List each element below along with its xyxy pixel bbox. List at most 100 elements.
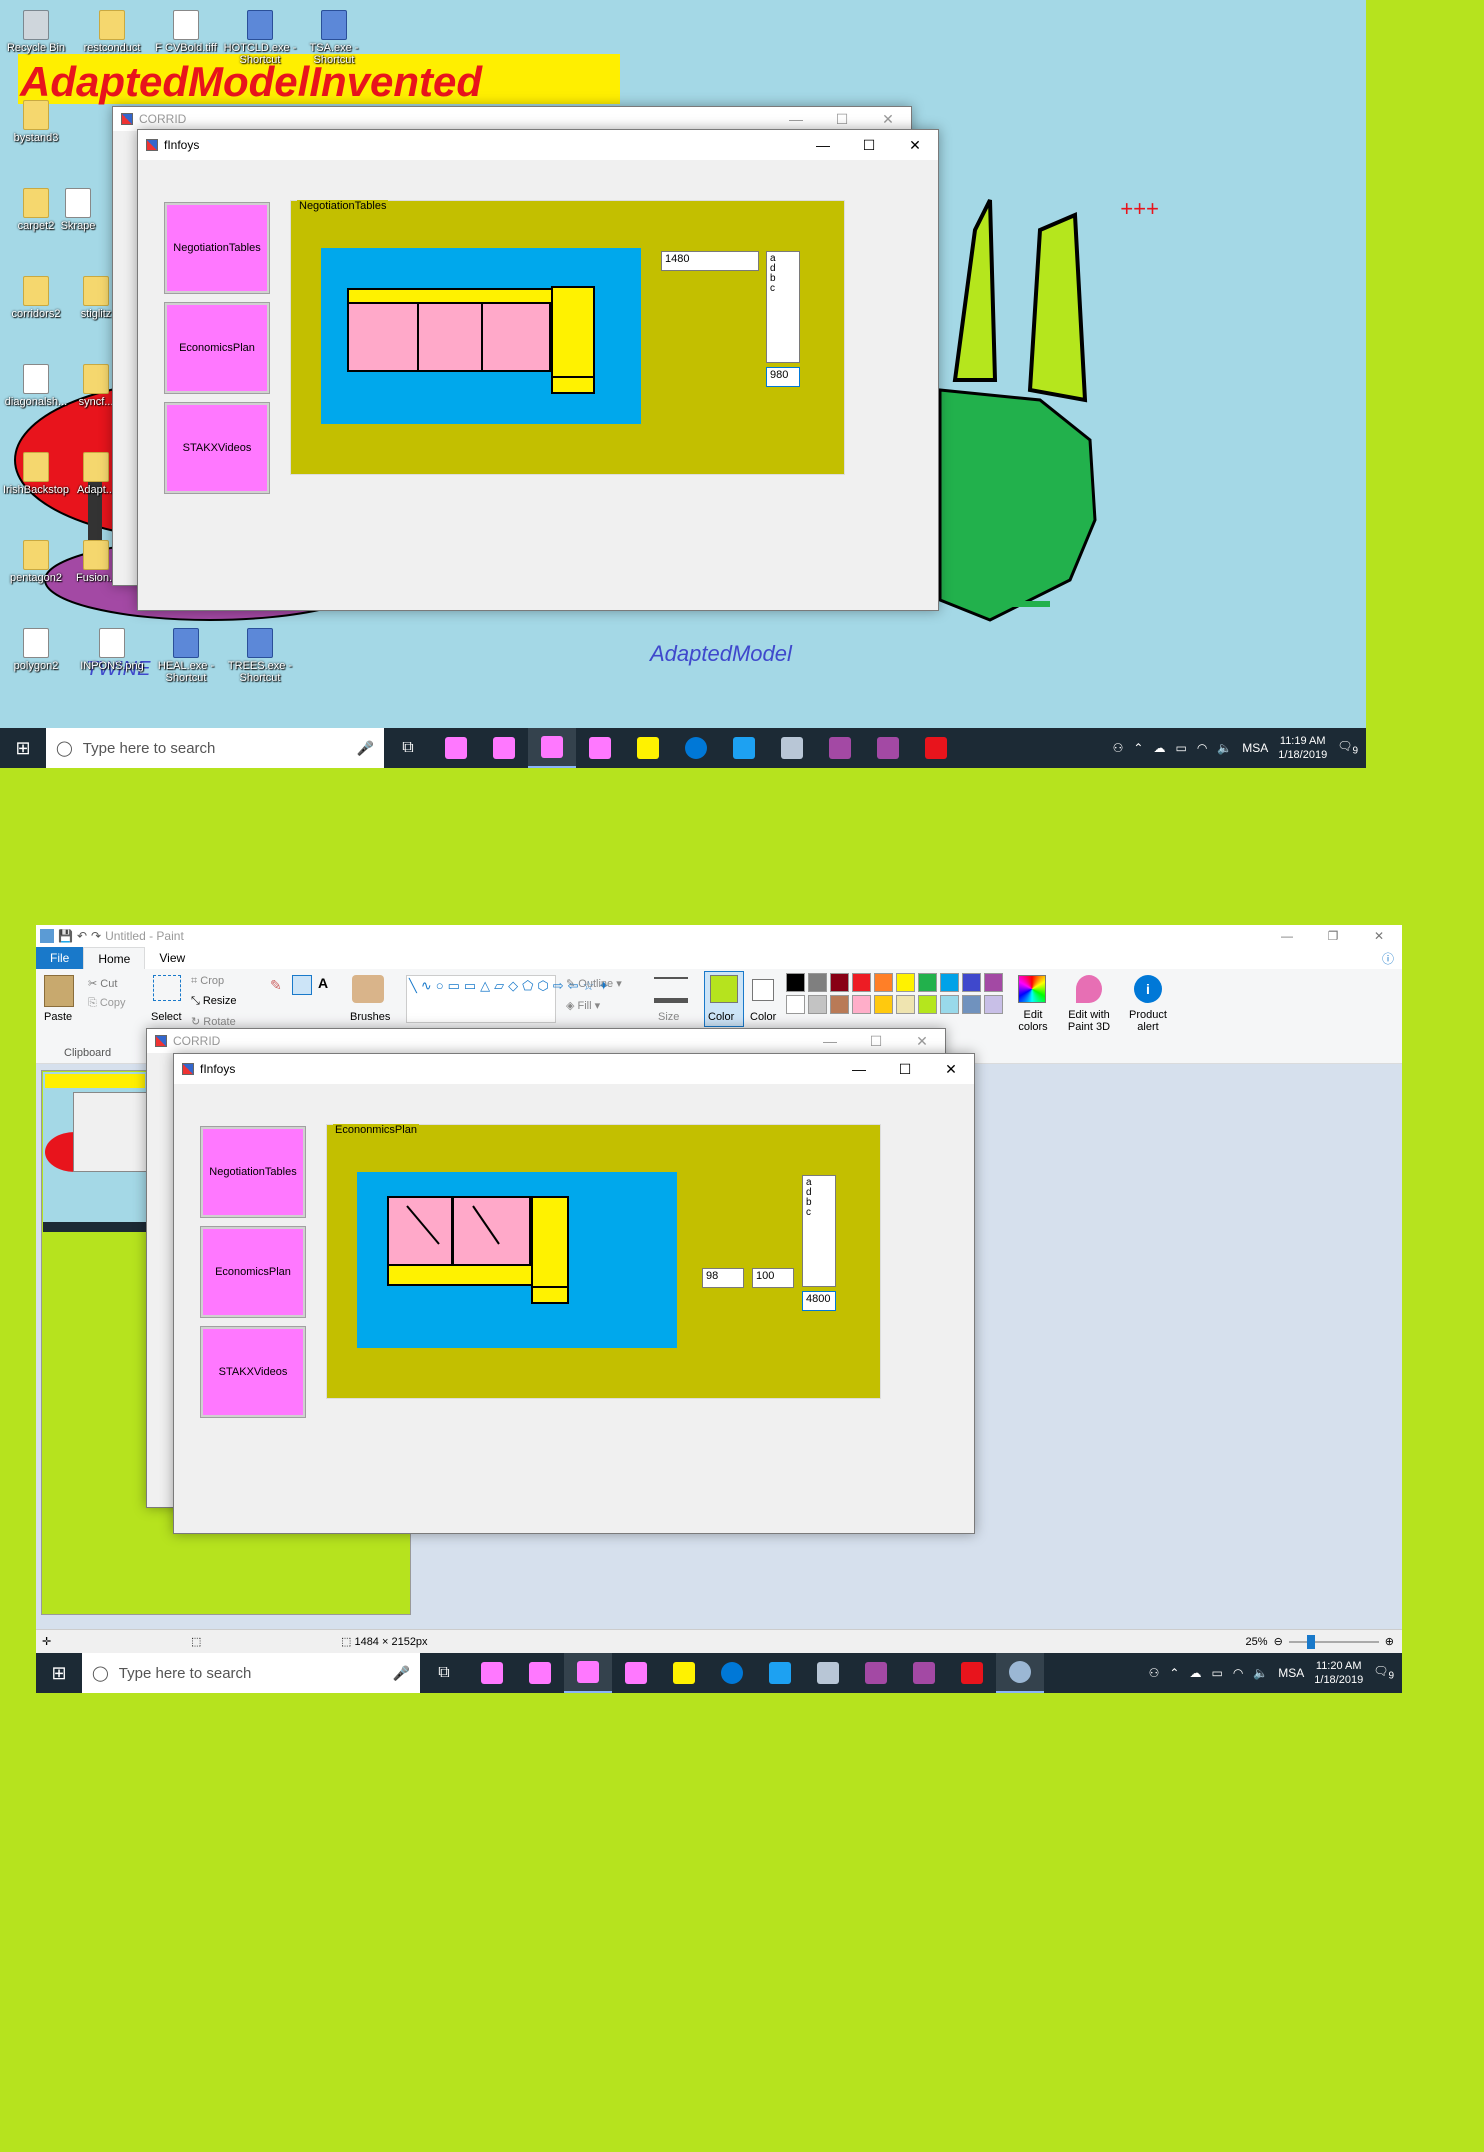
microphone-icon[interactable]: 🎤 — [393, 1665, 410, 1682]
paste-button[interactable]: Paste — [44, 1011, 72, 1023]
wifi-icon[interactable]: ◠ — [1233, 1666, 1243, 1680]
palette-swatch[interactable] — [940, 973, 959, 992]
shapes-gallery[interactable]: ╲∿○▭▭△▱◇⬠⬡⇨⇦☆✦ — [406, 975, 609, 1023]
volume-icon[interactable]: 🔈 — [1253, 1666, 1268, 1680]
desktop-icon[interactable]: corridors2 — [0, 276, 76, 320]
stakx-videos-button[interactable]: STAKXVideos — [200, 1326, 306, 1418]
desktop-icon[interactable]: syncf... — [76, 364, 116, 408]
windows-start-icon[interactable]: ⊞ — [0, 728, 46, 768]
fill-bucket-icon[interactable] — [292, 975, 312, 995]
drawing-canvas[interactable] — [321, 248, 641, 424]
notification-icon[interactable]: 🗨9 — [1373, 1664, 1394, 1681]
finfoys-window[interactable]: fInfoys — ☐ ✕ NegotiationTables EconomicsP… — [137, 129, 939, 611]
clock[interactable]: 11:19 AM 1/18/2019 — [1278, 734, 1327, 762]
letters-listbox[interactable]: a d b c — [802, 1175, 836, 1287]
clock[interactable]: 11:20 AM 1/18/2019 — [1314, 1659, 1363, 1687]
negotiation-tables-button[interactable]: NegotiationTables — [200, 1126, 306, 1218]
maximize-icon[interactable]: ☐ — [882, 1061, 928, 1078]
pencil-icon[interactable]: ✎ — [270, 977, 282, 994]
palette-swatch[interactable] — [808, 995, 827, 1014]
negotiation-tables-button[interactable]: NegotiationTables — [164, 202, 270, 294]
close-icon[interactable]: ✕ — [865, 111, 911, 128]
paint-3d-icon[interactable] — [1076, 975, 1102, 1003]
color2-label[interactable]: Color — [750, 1011, 776, 1023]
taskbar-app-icon[interactable] — [864, 728, 912, 768]
desktop-icon[interactable]: F CVBold.tiff — [146, 10, 226, 54]
taskbar-app-icon[interactable] — [480, 728, 528, 768]
microphone-icon[interactable]: 🎤 — [357, 740, 374, 757]
taskbar-app-icon[interactable] — [468, 1653, 516, 1693]
chat-icon[interactable] — [720, 728, 768, 768]
paint-title-bar[interactable]: 💾 ↶ ↷ Untitled - Paint — ❐ ✕ — [36, 925, 1402, 947]
brushes-button[interactable]: Brushes — [350, 1011, 390, 1023]
undo-icon[interactable]: ↶ — [77, 929, 87, 943]
finfoys-title-bar[interactable]: fInfoys — ☐ ✕ — [174, 1054, 974, 1084]
text-tool-icon[interactable]: A — [318, 975, 328, 991]
desktop-icon[interactable]: pentagon2 — [0, 540, 76, 584]
fill-button[interactable]: ◈ Fill ▾ — [566, 999, 600, 1012]
desktop-icon[interactable]: Skrape — [58, 188, 98, 232]
outline-button[interactable]: ✎ Outline ▾ — [566, 977, 622, 990]
taskbar-app-icon[interactable] — [912, 728, 960, 768]
palette-swatch[interactable] — [852, 973, 871, 992]
language-indicator[interactable]: MSA — [1242, 741, 1268, 755]
maximize-icon[interactable]: ☐ — [846, 137, 892, 154]
palette-swatch[interactable] — [852, 995, 871, 1014]
palette-swatch[interactable] — [962, 973, 981, 992]
language-indicator[interactable]: MSA — [1278, 1666, 1304, 1680]
cut-button[interactable]: ✂ Cut — [88, 977, 117, 990]
drawing-canvas[interactable] — [357, 1172, 677, 1348]
desktop-icon[interactable]: TSA.exe - Shortcut — [294, 10, 374, 66]
network-icon[interactable]: ☁ — [1153, 741, 1165, 755]
calculator-icon[interactable] — [768, 728, 816, 768]
edit-colors-icon[interactable] — [1018, 975, 1046, 1003]
palette-swatch[interactable] — [940, 995, 959, 1014]
taskbar-app-icon[interactable] — [432, 728, 480, 768]
taskbar-app-icon[interactable] — [900, 1653, 948, 1693]
taskbar-app-icon[interactable] — [612, 1653, 660, 1693]
taskbar-app-icon[interactable] — [816, 728, 864, 768]
zoom-out-icon[interactable]: ⊖ — [1274, 1635, 1283, 1648]
close-icon[interactable]: ✕ — [928, 1061, 974, 1078]
task-view-icon[interactable]: ⧉ — [420, 1653, 468, 1693]
task-view-icon[interactable]: ⧉ — [384, 728, 432, 768]
edit-colors-button[interactable]: Edit colors — [1012, 1009, 1054, 1033]
minimize-icon[interactable]: — — [800, 137, 846, 154]
palette-swatch[interactable] — [984, 995, 1003, 1014]
zoom-slider[interactable] — [1288, 1634, 1379, 1649]
wifi-icon[interactable]: ◠ — [1197, 741, 1207, 755]
taskbar-app-icon[interactable] — [852, 1653, 900, 1693]
taskbar-search[interactable]: ◯ Type here to search 🎤 — [82, 1653, 420, 1693]
desktop-icon[interactable]: Fusion... — [76, 540, 118, 584]
palette-swatch[interactable] — [808, 973, 827, 992]
close-icon[interactable]: ✕ — [1356, 929, 1402, 943]
people-icon[interactable]: ⚇ — [1149, 1666, 1160, 1680]
taskbar-app-icon[interactable] — [564, 1653, 612, 1693]
desktop-icon[interactable]: HEAL.exe - Shortcut — [146, 628, 226, 684]
desktop-icon[interactable]: polygon2 — [0, 628, 76, 672]
photos-icon[interactable] — [660, 1653, 708, 1693]
edge-icon[interactable] — [708, 1653, 756, 1693]
palette-swatch[interactable] — [874, 995, 893, 1014]
chevron-up-icon[interactable]: ⌃ — [1133, 741, 1143, 755]
info-icon[interactable]: i — [1134, 975, 1162, 1003]
close-icon[interactable]: ✕ — [899, 1033, 945, 1050]
list-item[interactable]: c — [806, 1208, 832, 1218]
maximize-icon[interactable]: ☐ — [853, 1033, 899, 1050]
desktop-icon[interactable]: INPONS.png — [72, 628, 152, 672]
desktop-icon[interactable]: IrishBackstop — [0, 452, 76, 496]
desktop-icon[interactable]: diagonalsh... — [0, 364, 76, 408]
paste-icon[interactable] — [44, 975, 74, 1007]
save-icon[interactable]: 💾 — [58, 929, 73, 943]
desktop-icon[interactable]: HOTCLD.exe - Shortcut — [220, 10, 300, 66]
windows-start-icon[interactable]: ⊞ — [36, 1653, 82, 1693]
minimize-icon[interactable]: — — [807, 1033, 853, 1050]
size-button[interactable]: Size — [658, 1011, 679, 1023]
palette-swatch[interactable] — [918, 973, 937, 992]
select-button[interactable]: Select — [151, 1011, 182, 1023]
value-textbox[interactable]: 1480 — [661, 251, 759, 271]
desktop-icon[interactable]: bystand3 — [0, 100, 76, 144]
economics-plan-button[interactable]: EconomicsPlan — [164, 302, 270, 394]
close-icon[interactable]: ✕ — [892, 137, 938, 154]
list-item[interactable]: c — [770, 284, 796, 294]
